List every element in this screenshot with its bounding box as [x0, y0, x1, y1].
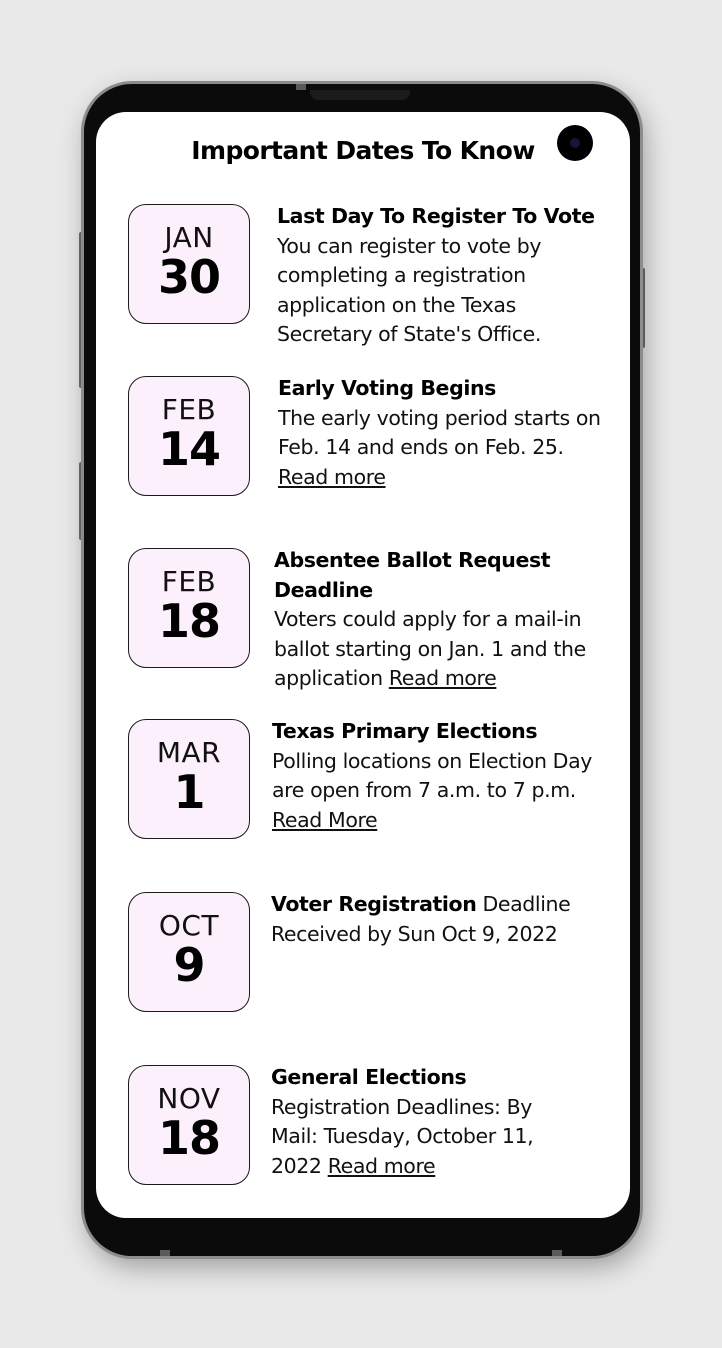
- date-day: 18: [157, 1111, 221, 1165]
- date-badge: NOV 18: [128, 1065, 250, 1185]
- frame-antenna-line: [552, 1250, 562, 1256]
- date-badge: FEB 18: [128, 548, 250, 668]
- event-details: Early Voting Begins The early voting per…: [278, 374, 608, 492]
- event-details: Texas Primary Elections Polling location…: [272, 717, 602, 835]
- date-day: 18: [157, 594, 221, 648]
- event-heading: Voter Registration: [271, 892, 477, 916]
- date-day: 14: [157, 422, 221, 476]
- event-description: The early voting period starts on Feb. 1…: [278, 405, 601, 460]
- event-details: Last Day To Register To Vote You can reg…: [277, 202, 607, 350]
- date-day: 30: [157, 250, 221, 304]
- date-badge: OCT 9: [128, 892, 250, 1012]
- event-details: Absentee Ballot Request Deadline Voters …: [274, 546, 594, 694]
- phone-screen: Important Dates To Know JAN 30 Last Day …: [96, 112, 630, 1218]
- date-day: 1: [173, 765, 205, 819]
- read-more-link[interactable]: Read more: [328, 1154, 436, 1178]
- frame-antenna-line: [296, 84, 306, 90]
- event-heading: Early Voting Begins: [278, 376, 496, 400]
- event-heading: Absentee Ballot Request Deadline: [274, 548, 551, 602]
- earpiece-speaker: [310, 90, 410, 100]
- event-description: You can register to vote by completing a…: [277, 233, 542, 347]
- read-more-link[interactable]: Read more: [278, 465, 386, 489]
- date-badge: JAN 30: [128, 204, 250, 324]
- event-description: Polling locations on Election Day are op…: [272, 748, 592, 803]
- date-badge: MAR 1: [128, 719, 250, 839]
- read-more-link[interactable]: Read more: [389, 666, 497, 690]
- event-heading: Last Day To Register To Vote: [277, 204, 595, 228]
- event-details: Voter Registration Deadline Received by …: [271, 890, 601, 949]
- event-heading: General Elections: [271, 1065, 467, 1089]
- event-details: General Elections Registration Deadlines…: [271, 1063, 581, 1181]
- date-badge: FEB 14: [128, 376, 250, 496]
- event-heading: Texas Primary Elections: [272, 719, 538, 743]
- date-day: 9: [173, 938, 205, 992]
- page-title: Important Dates To Know: [191, 136, 535, 165]
- power-button: [640, 268, 645, 348]
- frame-antenna-line: [160, 1250, 170, 1256]
- read-more-link[interactable]: Read More: [272, 808, 378, 832]
